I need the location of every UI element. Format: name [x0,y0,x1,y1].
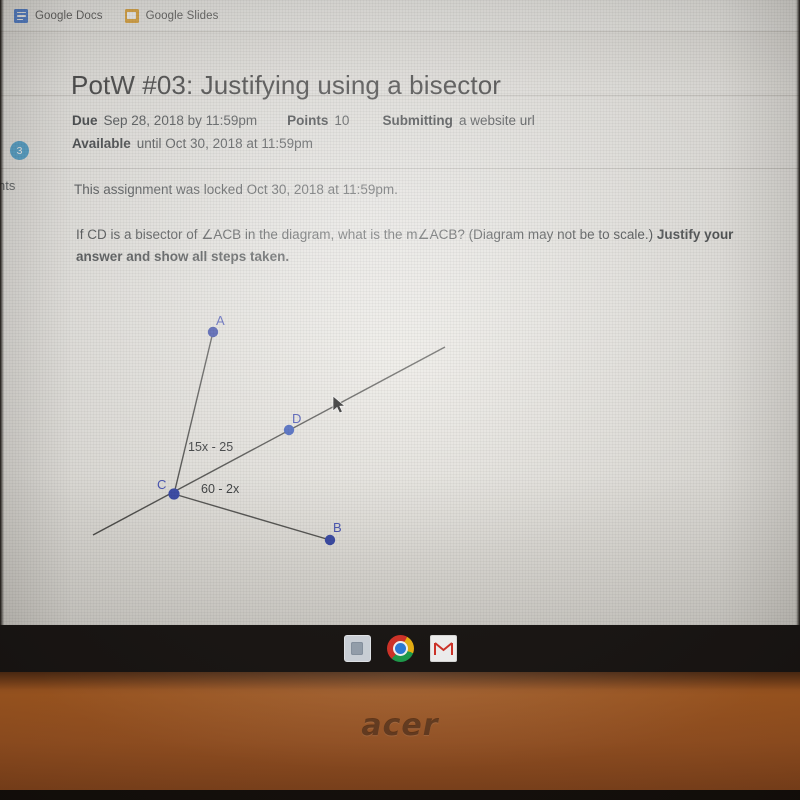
bezel-bottom-edge [0,790,800,800]
screen-edge-left [0,0,4,625]
point-a-dot [207,326,219,338]
point-a-label: A [216,313,225,328]
app-launcher-icon[interactable] [343,635,371,662]
assignment-page: PotW #03: Justifying using a bisector Du… [0,32,800,625]
bookmark-google-docs[interactable]: Google Docs [14,8,103,23]
segment-ca-line [173,331,214,495]
angle-acd-expression: 15x - 25 [188,440,234,454]
geometry-diagram: A C D B 15x - 25 60 - 2x [0,32,800,625]
chromeos-shelf [0,625,800,672]
bookmark-label: Google Slides [145,9,219,22]
laptop-photo: Google Docs Google Slides 3 nts PotW #03… [0,0,800,800]
mouse-cursor [332,395,346,414]
chrome-icon[interactable] [386,635,414,662]
bookmark-google-slides[interactable]: Google Slides [124,8,219,23]
gmail-icon[interactable] [429,635,457,662]
bookmark-label: Google Docs [35,9,103,22]
point-b-label: B [333,520,342,535]
point-d-dot [283,424,295,436]
laptop-screen: Google Docs Google Slides 3 nts PotW #03… [0,0,800,625]
screen-edge-right [796,0,800,625]
angle-dcb-expression: 60 - 2x [201,482,240,496]
point-d-label: D [292,411,302,426]
google-docs-icon [14,8,28,23]
google-slides-icon [124,8,139,23]
brand-logo: acer [361,708,439,743]
point-c-label: C [157,477,167,492]
segment-cb-line [173,493,331,541]
laptop-bezel: acer [0,672,800,800]
ray-cd-line [92,346,446,536]
point-c-dot [168,488,180,500]
sidebar-unread-badge[interactable]: 3 [10,141,29,160]
point-b-dot [324,534,336,546]
bookmarks-bar: Google Docs Google Slides [0,0,800,32]
